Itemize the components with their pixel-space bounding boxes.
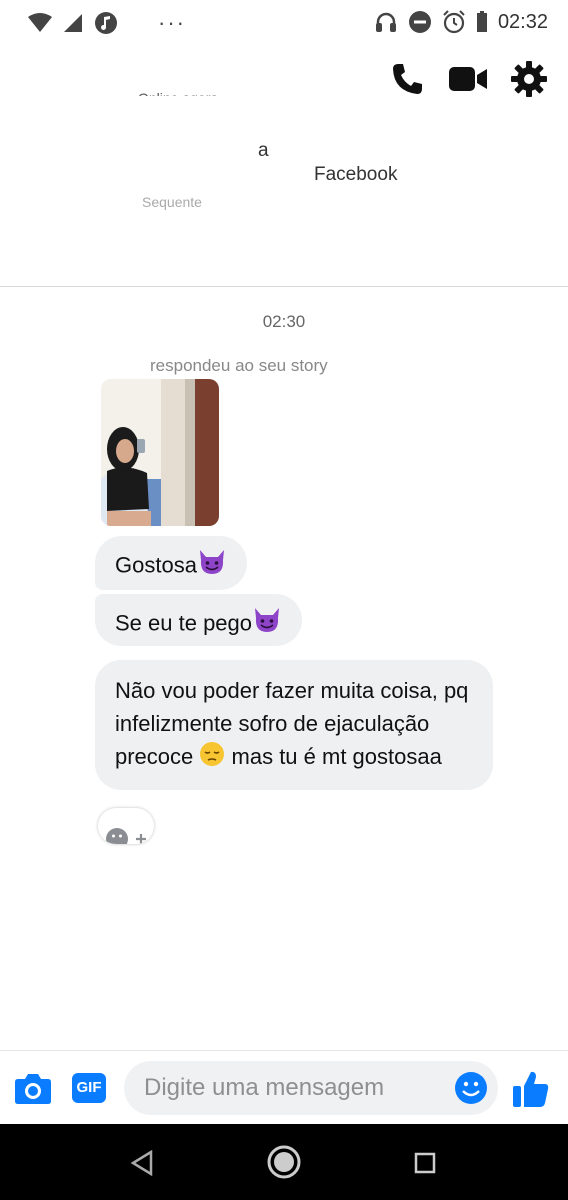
signal-icon <box>64 14 82 32</box>
message-text: Gostosa <box>115 552 197 578</box>
gear-icon[interactable] <box>510 60 548 98</box>
message-composer: GIF Digite uma mensagem <box>0 1050 568 1125</box>
smiling-devil-emoji <box>252 606 282 643</box>
status-bar: ··· 02:32 <box>0 0 568 44</box>
message-bubble[interactable]: Gostosa <box>95 536 247 590</box>
music-icon <box>95 12 117 34</box>
pensive-face-emoji <box>199 741 225 776</box>
profile-subtext: Sequente <box>142 194 202 210</box>
status-right: 02:32 <box>374 10 548 34</box>
recent-apps-icon[interactable] <box>414 1152 436 1174</box>
smiling-devil-emoji <box>197 548 227 585</box>
video-call-icon[interactable] <box>448 63 488 95</box>
headphones-icon <box>375 12 396 32</box>
message-text: Se eu te pego <box>115 610 253 636</box>
chat-header: Online agora <box>0 44 568 162</box>
add-reaction-button[interactable] <box>98 808 154 844</box>
message-bubble[interactable]: Se eu te pego <box>95 594 303 646</box>
android-navigation-bar <box>0 1124 568 1200</box>
message-bubble[interactable]: Não vou poder fazer muita coisa, pq infe… <box>95 660 493 790</box>
story-thumbnail[interactable] <box>101 379 219 526</box>
message-text: mas tu é mt gostosaa <box>225 744 442 769</box>
gif-button[interactable]: GIF <box>72 1073 106 1103</box>
emoji-picker-icon[interactable] <box>454 1071 488 1105</box>
phone-icon[interactable] <box>390 61 426 97</box>
back-icon[interactable] <box>130 1150 154 1176</box>
profile-card: a Facebook Sequente <box>0 116 568 287</box>
camera-icon[interactable] <box>14 1071 52 1105</box>
clock: 02:32 <box>497 10 548 33</box>
message-input[interactable]: Digite uma mensagem <box>124 1061 498 1115</box>
wifi-icon <box>28 13 52 32</box>
header-actions <box>390 60 548 98</box>
profile-name: a <box>258 140 269 161</box>
do-not-disturb-icon <box>408 11 431 33</box>
notification-dots: ··· <box>158 10 186 35</box>
facebook-label: Facebook <box>314 164 398 185</box>
message-input-placeholder: Digite uma mensagem <box>144 1074 385 1101</box>
status-left: ··· <box>28 10 186 36</box>
message-timestamp: 02:30 <box>262 312 306 331</box>
home-icon[interactable] <box>266 1144 302 1180</box>
story-reply-label: respondeu ao seu story <box>150 356 328 375</box>
thumbs-up-icon[interactable] <box>512 1069 550 1109</box>
battery-icon <box>476 11 487 32</box>
alarm-icon <box>443 10 465 34</box>
